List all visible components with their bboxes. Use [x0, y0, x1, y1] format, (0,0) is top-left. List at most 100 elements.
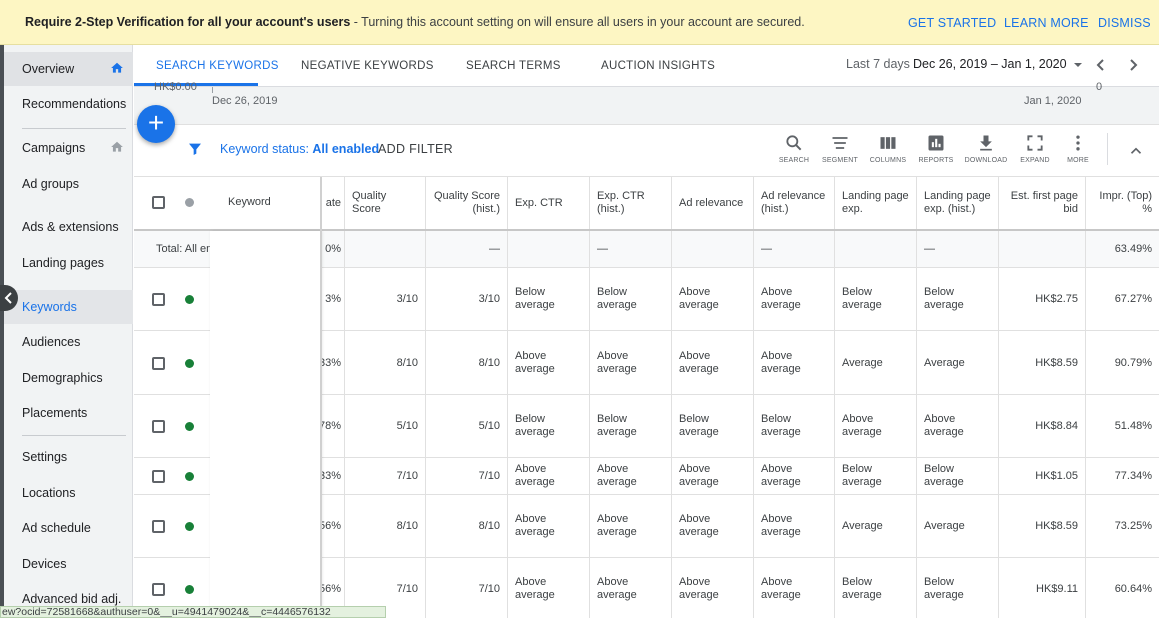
collapse-chevron-up-icon[interactable]: [1127, 142, 1145, 160]
chart-right-axis-label: 0: [1096, 81, 1103, 93]
header-exp-ctr[interactable]: Exp. CTR: [508, 177, 590, 229]
tab-search-terms[interactable]: SEARCH TERMS: [466, 60, 561, 72]
header-landing-page-hist[interactable]: Landing page exp. (hist.): [917, 177, 999, 229]
enabled-status-dot[interactable]: [185, 585, 194, 594]
header-first-page-bid[interactable]: Est. first page bid: [999, 177, 1086, 229]
search-tool-button[interactable]: SEARCH: [771, 133, 817, 164]
chevron-right-icon[interactable]: [1126, 57, 1140, 73]
sidebar-item-ad-groups[interactable]: Ad groups: [4, 167, 133, 201]
sidebar-item-overview[interactable]: Overview: [4, 52, 133, 86]
cell-qs_hist: 8/10: [426, 331, 508, 394]
enabled-status-dot[interactable]: [185, 358, 194, 368]
sidebar-item-recommendations[interactable]: Recommendations: [4, 87, 133, 121]
sidebar-item-ads-extensions[interactable]: Ads & extensions: [4, 210, 133, 244]
cell-lp: Above average: [835, 395, 917, 457]
header-rate[interactable]: ate: [321, 177, 345, 229]
sidebar-item-settings[interactable]: Settings: [4, 440, 133, 474]
collapse-sidebar-button[interactable]: [0, 285, 18, 311]
sidebar-item-ad-schedule[interactable]: Ad schedule: [4, 511, 133, 545]
enabled-status-dot[interactable]: [185, 472, 194, 481]
header-keyword[interactable]: Keyword: [228, 196, 271, 208]
chevron-left-icon[interactable]: [1094, 57, 1108, 73]
select-all-checkbox[interactable]: [152, 196, 165, 209]
add-filter-button[interactable]: ADD FILTER: [378, 142, 453, 156]
row-checkbox[interactable]: [152, 356, 165, 370]
total-ad-relevance: [672, 231, 754, 267]
more-tool-button[interactable]: MORE: [1055, 133, 1101, 164]
expand-tool-button[interactable]: EXPAND: [1012, 133, 1058, 164]
enabled-status-dot[interactable]: [185, 522, 194, 531]
cell-qs: 8/10: [345, 331, 426, 394]
row-checkbox[interactable]: [152, 583, 165, 596]
header-quality-score[interactable]: Quality Score: [345, 177, 426, 229]
enabled-status-dot[interactable]: [185, 422, 194, 431]
get-started-button[interactable]: GET STARTED: [908, 16, 996, 30]
chart-tick: [212, 87, 213, 93]
header-landing-page[interactable]: Landing page exp.: [835, 177, 917, 229]
learn-more-button[interactable]: LEARN MORE: [1004, 16, 1089, 30]
cell-lp: Average: [835, 331, 917, 394]
cell-adrel: Above average: [672, 495, 754, 557]
home-icon: [111, 62, 123, 73]
cell-adrel: Above average: [672, 558, 754, 618]
row-checkbox[interactable]: [152, 293, 165, 306]
cell-rate: 33%: [321, 331, 345, 394]
cell-adrel_hist: Below average: [754, 395, 835, 457]
header-impr-top[interactable]: Impr. (Top) %: [1086, 177, 1159, 229]
keyword-status-filter[interactable]: Keyword status: All enabled: [220, 142, 379, 156]
chart-end-date: Jan 1, 2020: [1024, 95, 1082, 107]
chart-y-axis-label: HK$0.00: [154, 81, 197, 93]
cell-qs: 3/10: [345, 268, 426, 330]
sidebar-item-label: Demographics: [22, 371, 103, 385]
filter-icon[interactable]: [187, 141, 203, 157]
cell-lp: Below average: [835, 458, 917, 494]
reports-tool-button[interactable]: REPORTS: [913, 133, 959, 164]
enabled-status-dot[interactable]: [185, 295, 194, 304]
cell-impr: 90.79%: [1114, 356, 1152, 369]
sidebar-item-campaigns[interactable]: Campaigns: [4, 131, 133, 165]
download-tool-button[interactable]: DOWNLOAD: [963, 133, 1009, 164]
cell-impr: 67.27%: [1114, 293, 1152, 305]
tab-auction-insights[interactable]: AUCTION INSIGHTS: [601, 60, 715, 72]
sidebar-item-devices[interactable]: Devices: [4, 547, 133, 581]
sidebar-item-label: Placements: [22, 406, 88, 420]
keyword-column-panel: [210, 231, 321, 618]
row-checkbox[interactable]: [152, 420, 165, 433]
total-landing-page-hist: —: [917, 231, 999, 267]
cell-qs: 8/10: [345, 495, 426, 557]
cell-adrel_hist: Above average: [754, 558, 835, 618]
tool-label: EXPAND: [1020, 157, 1050, 164]
tab-negative-keywords[interactable]: NEGATIVE KEYWORDS: [301, 60, 434, 72]
cell-lp_hist: Below average: [917, 268, 999, 330]
chevron-left-icon: [4, 292, 12, 304]
tab-search-keywords[interactable]: SEARCH KEYWORDS: [156, 60, 279, 72]
sidebar-item-audiences[interactable]: Audiences: [4, 325, 133, 359]
segment-tool-button[interactable]: SEGMENT: [817, 133, 863, 164]
sidebar-item-label: Audiences: [22, 335, 81, 349]
cell-adrel_hist: Above average: [754, 495, 835, 557]
keyword-tabs: SEARCH KEYWORDS NEGATIVE KEYWORDS SEARCH…: [134, 45, 1159, 87]
header-quality-score-hist[interactable]: Quality Score (hist.): [426, 177, 508, 229]
sidebar-item-placements[interactable]: Placements: [4, 396, 133, 430]
sidebar-item-locations[interactable]: Locations: [4, 476, 133, 510]
header-exp-ctr-hist[interactable]: Exp. CTR (hist.): [590, 177, 672, 229]
dismiss-button[interactable]: DISMISS: [1098, 16, 1151, 30]
sidebar-item-demographics[interactable]: Demographics: [4, 361, 133, 395]
cell-qs_hist: 7/10: [426, 458, 508, 494]
header-ad-relevance[interactable]: Ad relevance: [672, 177, 754, 229]
cell-impr: 77.34%: [1114, 470, 1152, 482]
row-checkbox[interactable]: [152, 520, 165, 533]
dropdown-arrow-icon[interactable]: [1072, 59, 1084, 71]
sidebar-item-landing-pages[interactable]: Landing pages: [4, 246, 133, 280]
date-range-value[interactable]: Dec 26, 2019 – Jan 1, 2020: [913, 57, 1067, 71]
row-checkbox[interactable]: [152, 470, 165, 483]
sidebar-item-label: Settings: [22, 450, 68, 464]
header-ad-relevance-hist[interactable]: Ad relevance (hist.): [754, 177, 835, 229]
cell-ctr: Below average: [508, 268, 590, 330]
sidebar-item-keywords[interactable]: Keywords: [4, 290, 133, 324]
cell-bid: HK$8.84: [999, 395, 1086, 457]
cell-lp_hist: Below average: [917, 458, 999, 494]
columns-tool-button[interactable]: COLUMNS: [865, 133, 911, 164]
add-keyword-button[interactable]: +: [137, 105, 175, 143]
cell-lp_hist: Above average: [917, 395, 999, 457]
